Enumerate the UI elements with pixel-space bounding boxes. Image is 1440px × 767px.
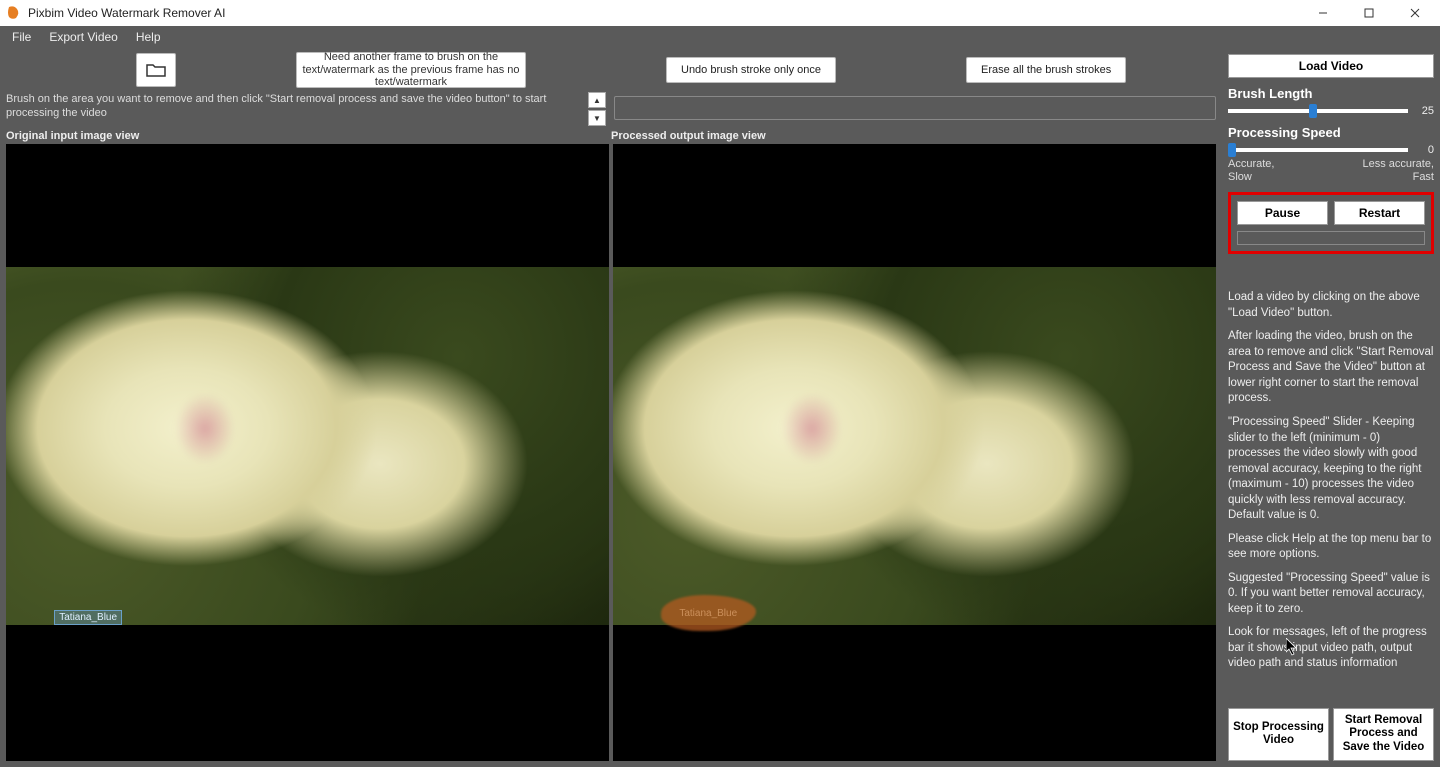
close-button[interactable] — [1392, 0, 1438, 26]
minimize-button[interactable] — [1300, 0, 1346, 26]
app-title: Pixbim Video Watermark Remover AI — [28, 6, 225, 20]
menu-file[interactable]: File — [4, 28, 39, 46]
spinner-up-button[interactable]: ▲ — [588, 92, 606, 108]
need-another-frame-button[interactable]: Need another frame to brush on the text/… — [296, 52, 526, 88]
output-frame-image — [613, 267, 1216, 625]
output-view-label: Processed output image view — [611, 130, 1216, 142]
brush-length-value: 25 — [1414, 105, 1434, 117]
restart-button[interactable]: Restart — [1334, 201, 1425, 225]
brush-length-thumb[interactable] — [1309, 104, 1317, 118]
spinner-down-button[interactable]: ▼ — [588, 110, 606, 126]
processing-speed-slider[interactable] — [1228, 148, 1408, 152]
window-titlebar: Pixbim Video Watermark Remover AI — [0, 0, 1440, 26]
load-video-button[interactable]: Load Video — [1228, 54, 1434, 78]
undo-brush-button[interactable]: Undo brush stroke only once — [666, 57, 836, 83]
output-view-pane[interactable]: Tatiana_Blue — [613, 144, 1216, 761]
processing-speed-label: Processing Speed — [1228, 125, 1434, 140]
app-icon — [6, 5, 22, 21]
processing-speed-value: 0 — [1414, 144, 1434, 156]
info-text: Load a video by clicking on the above "L… — [1228, 290, 1434, 679]
watermark-text: Tatiana_Blue — [54, 610, 122, 625]
right-panel: Load Video Brush Length 25 Processing Sp… — [1222, 48, 1440, 767]
stop-processing-button[interactable]: Stop Processing Video — [1228, 708, 1329, 761]
highlighted-controls: Pause Restart — [1228, 192, 1434, 254]
folder-icon — [146, 62, 166, 78]
menu-export-video[interactable]: Export Video — [41, 28, 126, 46]
progress-bar — [614, 96, 1216, 120]
instruction-text: Brush on the area you want to remove and… — [6, 92, 586, 126]
erase-all-brush-button[interactable]: Erase all the brush strokes — [966, 57, 1126, 83]
brush-length-label: Brush Length — [1228, 86, 1434, 101]
speed-right-label: Less accurate,Fast — [1362, 158, 1434, 184]
pause-button[interactable]: Pause — [1237, 201, 1328, 225]
open-folder-button[interactable] — [136, 53, 176, 87]
speed-left-label: Accurate,Slow — [1228, 158, 1274, 184]
brush-length-slider[interactable] — [1228, 109, 1408, 113]
processing-speed-thumb[interactable] — [1228, 143, 1236, 157]
maximize-button[interactable] — [1346, 0, 1392, 26]
input-view-pane[interactable]: Tatiana_Blue — [6, 144, 609, 761]
input-frame-image — [6, 267, 609, 625]
menu-help[interactable]: Help — [128, 28, 169, 46]
start-removal-button[interactable]: Start Removal Process and Save the Video — [1333, 708, 1434, 761]
brushed-watermark-text: Tatiana_Blue — [679, 608, 737, 619]
processing-progress-bar — [1237, 231, 1425, 245]
menubar: File Export Video Help — [0, 26, 1440, 48]
input-view-label: Original input image view — [6, 130, 611, 142]
